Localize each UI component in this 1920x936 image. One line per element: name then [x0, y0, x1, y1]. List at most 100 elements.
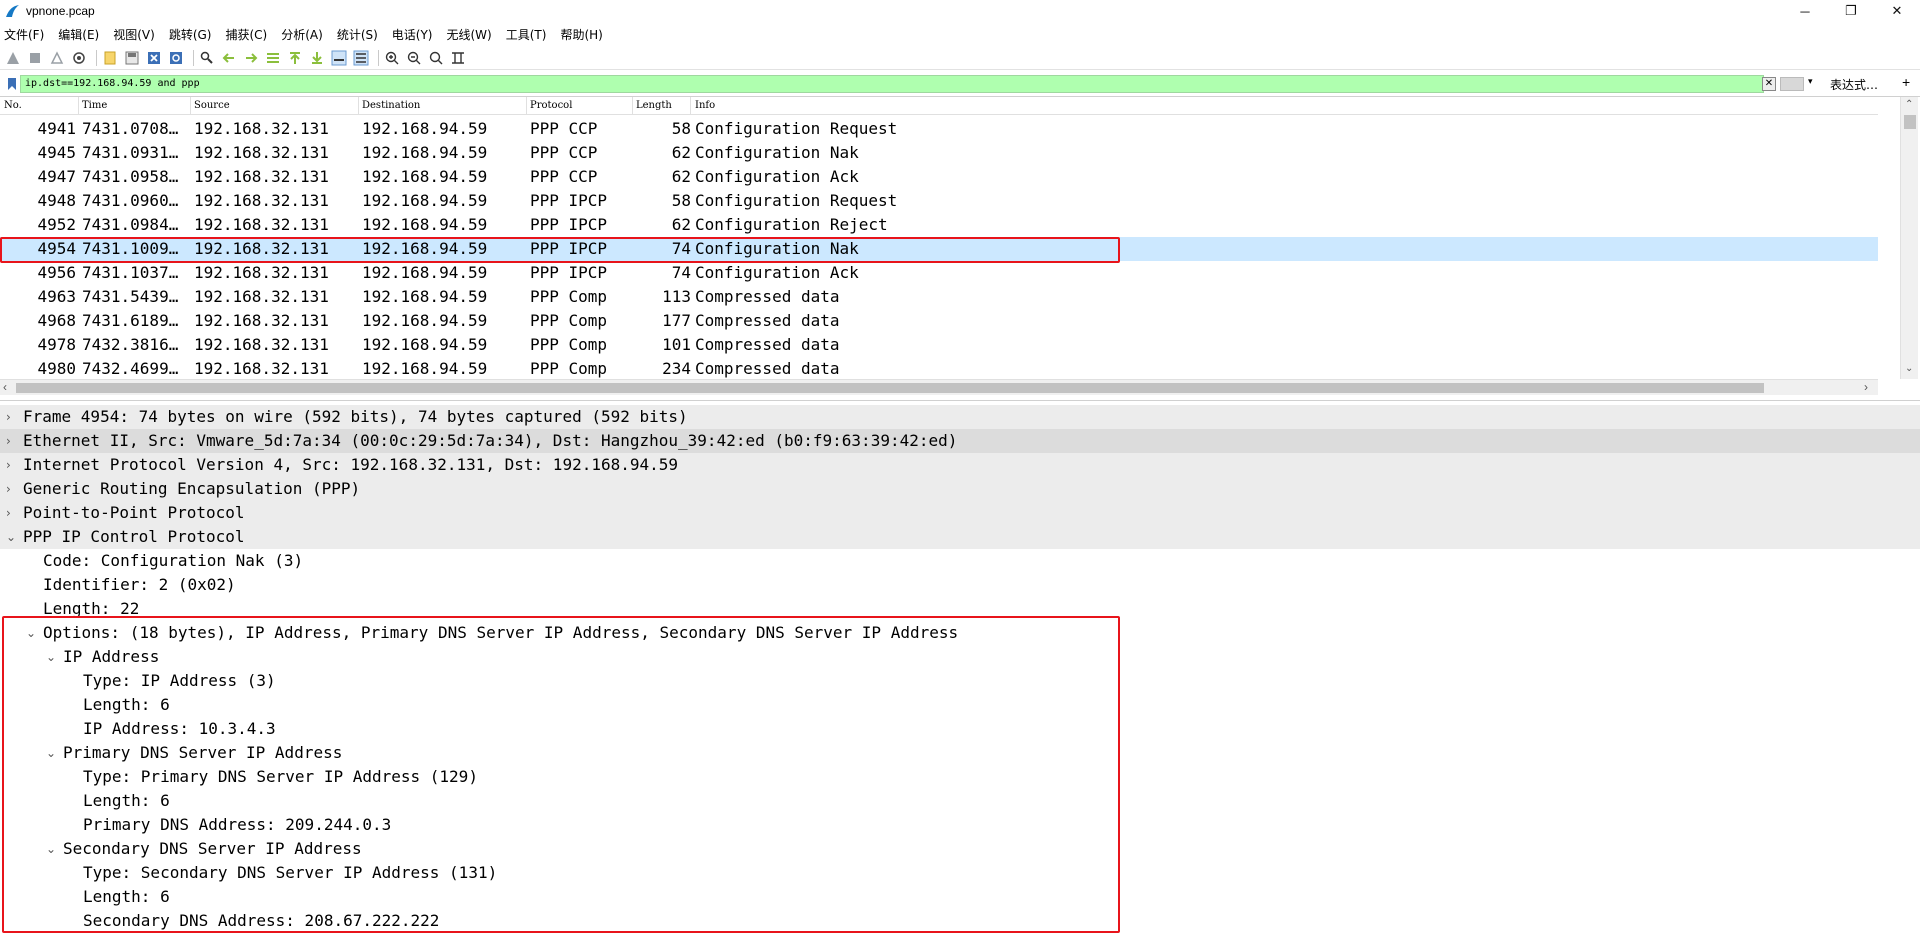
go-forward-icon[interactable]: [242, 49, 260, 67]
column-header-no[interactable]: No.: [4, 100, 22, 111]
packet-destination: 192.168.94.59: [362, 335, 488, 354]
menu-tools[interactable]: 工具(T): [506, 26, 547, 43]
go-back-icon[interactable]: [220, 49, 238, 67]
go-to-packet-icon[interactable]: [264, 49, 282, 67]
column-header-info[interactable]: Info: [695, 100, 715, 111]
menu-go[interactable]: 跳转(G): [169, 26, 212, 43]
menu-statistics[interactable]: 统计(S): [337, 26, 378, 43]
expand-arrow-icon[interactable]: ›: [6, 501, 20, 525]
column-divider[interactable]: [358, 97, 359, 115]
first-packet-icon[interactable]: [286, 49, 304, 67]
expand-arrow-icon[interactable]: ›: [6, 405, 20, 429]
save-file-icon[interactable]: [123, 49, 141, 67]
auto-scroll-icon[interactable]: [330, 49, 348, 67]
display-filter-input[interactable]: ip.dst==192.168.94.59 and ppp: [20, 75, 1764, 93]
menu-analyze[interactable]: 分析(A): [281, 26, 323, 43]
table-row[interactable]: 4963 7431.5439… 192.168.32.131 192.168.94.5…: [0, 285, 1878, 309]
packet-length: 58: [671, 119, 691, 138]
start-capture-icon[interactable]: [4, 49, 22, 67]
column-divider[interactable]: [190, 97, 191, 115]
packet-source: 192.168.32.131: [194, 143, 329, 162]
stop-capture-icon[interactable]: [26, 49, 44, 67]
column-header-source[interactable]: Source: [194, 100, 230, 111]
toolbar-separator: [96, 49, 97, 66]
add-filter-button[interactable]: +: [1902, 74, 1910, 90]
table-row[interactable]: 4980 7432.4699… 192.168.32.131 192.168.94.5…: [0, 357, 1878, 381]
reload-file-icon[interactable]: [167, 49, 185, 67]
packet-protocol: PPP Comp: [530, 335, 608, 354]
tree-item[interactable]: › Frame 4954: 74 bytes on wire (592 bits)…: [0, 405, 1920, 429]
menu-help[interactable]: 帮助(H): [560, 26, 602, 43]
minimize-button[interactable]: ─: [1782, 0, 1828, 22]
zoom-out-icon[interactable]: [405, 49, 423, 67]
apply-filter-icon[interactable]: [1780, 77, 1804, 91]
expand-arrow-icon[interactable]: ›: [6, 429, 20, 453]
bookmark-icon[interactable]: [4, 75, 20, 93]
menu-wireless[interactable]: 无线(W): [447, 26, 492, 43]
table-row[interactable]: 4945 7431.0931… 192.168.32.131 192.168.94.5…: [0, 141, 1878, 165]
packet-protocol: PPP CCP: [530, 143, 598, 162]
packet-protocol: PPP Comp: [530, 311, 608, 330]
column-divider[interactable]: [632, 97, 633, 115]
scrollbar-thumb[interactable]: [1904, 115, 1916, 129]
collapse-arrow-icon[interactable]: ⌄: [6, 525, 20, 549]
scroll-up-icon[interactable]: ⌃: [1905, 99, 1913, 110]
expand-arrow-icon[interactable]: ›: [6, 477, 20, 501]
tree-item[interactable]: › Internet Protocol Version 4, Src: 192.1…: [0, 453, 1920, 477]
menu-telephony[interactable]: 电话(Y): [392, 26, 433, 43]
column-header-length[interactable]: Length: [636, 100, 672, 111]
menu-bar: 文件(F) 编辑(E) 视图(V) 跳转(G) 捕获(C) 分析(A) 统计(S…: [0, 24, 617, 44]
open-file-icon[interactable]: [101, 49, 119, 67]
table-row[interactable]: 4978 7432.3816… 192.168.32.131 192.168.94.5…: [0, 333, 1878, 357]
clear-filter-icon[interactable]: ✕: [1762, 77, 1776, 91]
close-button[interactable]: ✕: [1874, 0, 1920, 22]
restore-button[interactable]: ❐: [1828, 0, 1874, 22]
column-divider[interactable]: [690, 97, 691, 115]
scroll-left-icon[interactable]: ‹: [3, 380, 7, 394]
expression-button[interactable]: 表达式…: [1830, 76, 1878, 93]
column-header-destination[interactable]: Destination: [362, 100, 420, 111]
scrollbar-thumb[interactable]: [16, 383, 1764, 393]
tree-item[interactable]: › Ethernet II, Src: Vmware_5d:7a:34 (00:0…: [0, 429, 1920, 453]
expand-arrow-icon[interactable]: ›: [6, 453, 20, 477]
packet-destination: 192.168.94.59: [362, 143, 488, 162]
restart-capture-icon[interactable]: [48, 49, 66, 67]
normal-size-icon[interactable]: [427, 49, 445, 67]
last-packet-icon[interactable]: [308, 49, 326, 67]
find-packet-icon[interactable]: [198, 49, 216, 67]
menu-edit[interactable]: 编辑(E): [58, 26, 99, 43]
tree-item[interactable]: › Generic Routing Encapsulation (PPP): [0, 477, 1920, 501]
table-row[interactable]: 4952 7431.0984… 192.168.32.131 192.168.94.5…: [0, 213, 1878, 237]
tree-item[interactable]: › Point-to-Point Protocol: [0, 501, 1920, 525]
menu-view[interactable]: 视图(V): [113, 26, 155, 43]
scroll-down-icon[interactable]: ⌄: [1905, 363, 1913, 374]
table-row[interactable]: 4956 7431.1037… 192.168.32.131 192.168.94.5…: [0, 261, 1878, 285]
resize-columns-icon[interactable]: [449, 49, 467, 67]
tree-item[interactable]: Code: Configuration Nak (3): [0, 549, 1920, 573]
menu-capture[interactable]: 捕获(C): [225, 26, 267, 43]
column-divider[interactable]: [78, 97, 79, 115]
filter-history-dropdown[interactable]: ▾: [1808, 76, 1813, 87]
tree-item[interactable]: Identifier: 2 (0x02): [0, 573, 1920, 597]
close-file-icon[interactable]: [145, 49, 163, 67]
table-row[interactable]: 4947 7431.0958… 192.168.32.131 192.168.94.5…: [0, 165, 1878, 189]
menu-file[interactable]: 文件(F): [4, 26, 44, 43]
packet-no: 4968: [37, 311, 76, 330]
packet-list-horizontal-scrollbar[interactable]: ‹ ›: [0, 379, 1878, 395]
packet-list-vertical-scrollbar[interactable]: ⌃ ⌄: [1900, 97, 1918, 379]
table-row[interactable]: 4941 7431.0708… 192.168.32.131 192.168.94.5…: [0, 117, 1878, 141]
zoom-in-icon[interactable]: [383, 49, 401, 67]
packet-time: 7432.3816…: [82, 335, 179, 354]
table-row[interactable]: 4948 7431.0960… 192.168.32.131 192.168.94.5…: [0, 189, 1878, 213]
column-header-time[interactable]: Time: [82, 100, 107, 111]
table-row[interactable]: 4968 7431.6189… 192.168.32.131 192.168.94.5…: [0, 309, 1878, 333]
column-header-protocol[interactable]: Protocol: [530, 100, 572, 111]
capture-options-icon[interactable]: [70, 49, 88, 67]
packet-time: 7431.1037…: [82, 263, 179, 282]
tree-item[interactable]: ⌄ PPP IP Control Protocol: [0, 525, 1920, 549]
packet-source: 192.168.32.131: [194, 191, 329, 210]
scroll-right-icon[interactable]: ›: [1864, 380, 1868, 394]
column-divider[interactable]: [526, 97, 527, 115]
colorize-icon[interactable]: [352, 49, 370, 67]
toolbar-separator: [378, 49, 379, 66]
